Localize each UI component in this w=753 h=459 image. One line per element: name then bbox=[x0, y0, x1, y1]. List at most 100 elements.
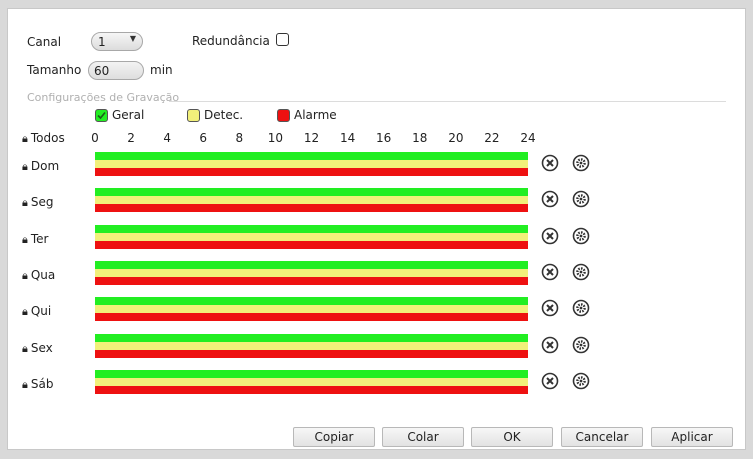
gear-icon[interactable] bbox=[572, 372, 590, 390]
schedule-alarme[interactable] bbox=[95, 313, 528, 321]
schedule-alarme[interactable] bbox=[95, 277, 528, 285]
size-input[interactable]: 60 bbox=[88, 61, 144, 80]
schedule-detec[interactable] bbox=[95, 305, 528, 313]
schedule-detec[interactable] bbox=[95, 160, 528, 168]
schedule-geral[interactable] bbox=[95, 188, 528, 196]
gear-icon[interactable] bbox=[572, 299, 590, 317]
day-name: Seg bbox=[30, 195, 54, 209]
gear-icon[interactable] bbox=[572, 263, 590, 281]
section-title: Configurações de Gravação bbox=[27, 91, 180, 104]
schedule-alarme[interactable] bbox=[95, 350, 528, 358]
schedule-detec[interactable] bbox=[95, 378, 528, 386]
legend-label: Detec. bbox=[204, 108, 244, 122]
size-unit: min bbox=[150, 63, 173, 77]
schedule-geral[interactable] bbox=[95, 261, 528, 269]
ok-button[interactable]: OK bbox=[471, 427, 553, 447]
schedule-alarme[interactable] bbox=[95, 168, 528, 176]
all-days-toggle[interactable]: 🔒︎ Todos bbox=[22, 131, 65, 146]
day-name: Sáb bbox=[30, 377, 54, 391]
size-label: Tamanho bbox=[27, 63, 82, 77]
hour-tick: 24 bbox=[520, 131, 536, 145]
day-label[interactable]: 🔒︎ Seg bbox=[22, 195, 53, 210]
schedule-detec[interactable] bbox=[95, 342, 528, 350]
hour-tick: 18 bbox=[412, 131, 428, 145]
schedule-bar[interactable] bbox=[95, 188, 528, 212]
gear-icon[interactable] bbox=[572, 190, 590, 208]
legend-label: Alarme bbox=[294, 108, 337, 122]
close-circle-icon[interactable] bbox=[541, 154, 559, 172]
schedule-alarme[interactable] bbox=[95, 386, 528, 394]
close-circle-icon[interactable] bbox=[541, 372, 559, 390]
schedule-detec[interactable] bbox=[95, 233, 528, 241]
paste-button[interactable]: Colar bbox=[382, 427, 464, 447]
close-circle-icon[interactable] bbox=[541, 263, 559, 281]
close-circle-icon[interactable] bbox=[541, 190, 559, 208]
schedule-bar[interactable] bbox=[95, 334, 528, 358]
day-name: Qui bbox=[30, 304, 52, 318]
redundancy-checkbox[interactable] bbox=[276, 33, 289, 46]
legend-label: Geral bbox=[112, 108, 145, 122]
lock-icon: 🔒︎ bbox=[22, 378, 28, 391]
gear-icon[interactable] bbox=[572, 154, 590, 172]
schedule-alarme[interactable] bbox=[95, 241, 528, 249]
hour-tick: 20 bbox=[448, 131, 464, 145]
schedule-geral[interactable] bbox=[95, 152, 528, 160]
all-label: Todos bbox=[30, 131, 65, 145]
schedule-bar[interactable] bbox=[95, 152, 528, 176]
cancel-button[interactable]: Cancelar bbox=[561, 427, 643, 447]
hour-tick: 6 bbox=[199, 131, 208, 145]
schedule-bar[interactable] bbox=[95, 297, 528, 321]
copy-button[interactable]: Copiar bbox=[293, 427, 375, 447]
apply-button[interactable]: Aplicar bbox=[651, 427, 733, 447]
lock-icon: 🔒︎ bbox=[22, 233, 28, 246]
day-name: Sex bbox=[30, 341, 53, 355]
day-label[interactable]: 🔒︎ Qua bbox=[22, 268, 55, 283]
color-swatch bbox=[277, 109, 290, 122]
schedule-detec[interactable] bbox=[95, 196, 528, 204]
close-circle-icon[interactable] bbox=[541, 227, 559, 245]
hour-tick: 8 bbox=[235, 131, 244, 145]
channel-label: Canal bbox=[27, 35, 62, 49]
day-label[interactable]: 🔒︎ Qui bbox=[22, 304, 51, 319]
lock-icon: 🔒︎ bbox=[22, 196, 28, 209]
schedule-bar[interactable] bbox=[95, 225, 528, 249]
hour-tick: 10 bbox=[267, 131, 284, 145]
lock-icon: 🔒︎ bbox=[22, 305, 28, 318]
color-swatch bbox=[187, 109, 200, 122]
hour-tick: 4 bbox=[163, 131, 171, 145]
hour-tick: 2 bbox=[127, 131, 135, 145]
schedule-detec[interactable] bbox=[95, 269, 528, 277]
hour-tick: 0 bbox=[91, 131, 99, 145]
gear-icon[interactable] bbox=[572, 336, 590, 354]
hour-tick: 22 bbox=[484, 131, 500, 145]
day-label[interactable]: 🔒︎ Sex bbox=[22, 341, 53, 356]
hour-tick: 16 bbox=[376, 131, 392, 145]
schedule-bar[interactable] bbox=[95, 261, 528, 285]
section-divider bbox=[169, 101, 726, 102]
day-name: Qua bbox=[30, 268, 56, 282]
close-circle-icon[interactable] bbox=[541, 299, 559, 317]
schedule-geral[interactable] bbox=[95, 334, 528, 342]
schedule-geral[interactable] bbox=[95, 297, 528, 305]
day-label[interactable]: 🔒︎ Ter bbox=[22, 232, 48, 247]
lock-icon: 🔒︎ bbox=[22, 160, 28, 173]
day-label[interactable]: 🔒︎ Sáb bbox=[22, 377, 53, 392]
schedule-alarme[interactable] bbox=[95, 204, 528, 212]
chevron-down-icon: ▼ bbox=[129, 34, 136, 43]
lock-icon: 🔒︎ bbox=[22, 132, 28, 145]
day-label[interactable]: 🔒︎ Dom bbox=[22, 159, 59, 174]
check-icon bbox=[95, 109, 108, 122]
schedule-bar[interactable] bbox=[95, 370, 528, 394]
schedule-geral[interactable] bbox=[95, 225, 528, 233]
channel-value: 1 bbox=[98, 35, 106, 49]
gear-icon[interactable] bbox=[572, 227, 590, 245]
lock-icon: 🔒︎ bbox=[22, 269, 28, 282]
channel-select[interactable]: 1 ▼ bbox=[91, 32, 143, 51]
schedule-geral[interactable] bbox=[95, 370, 528, 378]
size-value: 60 bbox=[94, 64, 110, 78]
lock-icon: 🔒︎ bbox=[22, 342, 28, 355]
day-name: Ter bbox=[30, 232, 49, 246]
close-circle-icon[interactable] bbox=[541, 336, 559, 354]
hour-tick: 12 bbox=[303, 131, 320, 145]
hour-tick: 14 bbox=[339, 131, 356, 145]
